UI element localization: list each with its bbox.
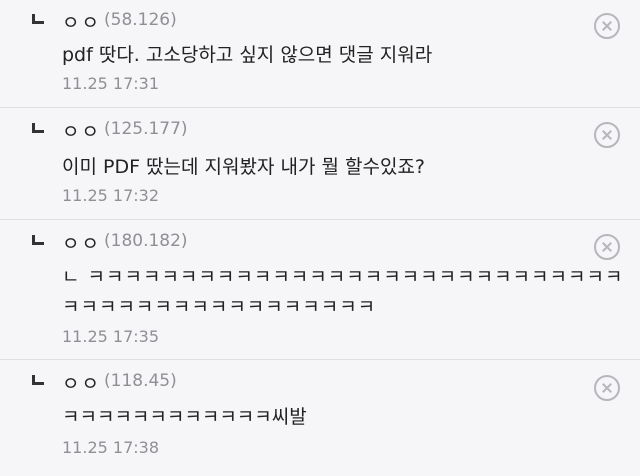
- reply-comment: ㅇㅇ (180.182) ㄴ ㅋㅋㅋㅋㅋㅋㅋㅋㅋㅋㅋㅋㅋㅋㅋㅋㅋㅋㅋㅋㅋㅋㅋㅋㅋ…: [0, 220, 640, 360]
- comment-ip: (58.126): [104, 10, 177, 30]
- reply-comment: ㅇㅇ (125.177) 이미 PDF 땄는데 지워봤자 내가 뭘 할수있죠? …: [0, 108, 640, 220]
- comment-timestamp: 11.25 17:32: [62, 186, 159, 205]
- comment-timestamp: 11.25 17:38: [62, 438, 159, 457]
- comment-text: 이미 PDF 땄는데 지워봤자 내가 뭘 할수있죠?: [62, 156, 426, 178]
- comment-author: ㅇㅇ: [62, 373, 101, 395]
- comment-timestamp: 11.25 17:35: [62, 327, 159, 346]
- comment-ip: (180.182): [104, 231, 188, 251]
- reply-comment: ㅇㅇ (118.45) ㅋㅋㅋㅋㅋㅋㅋㅋㅋㅋㅋㅋ씨발 11.25 17:38: [0, 360, 640, 476]
- delete-comment-button[interactable]: [594, 122, 620, 148]
- delete-comment-button[interactable]: [594, 234, 620, 260]
- reply-arrow-icon: [32, 235, 44, 245]
- reply-comment: ㅇㅇ (58.126) pdf 땃다. 고소당하고 싶지 않으면 댓글 지워라 …: [0, 0, 640, 108]
- comment-ip: (118.45): [104, 371, 177, 391]
- comment-text: pdf 땃다. 고소당하고 싶지 않으면 댓글 지워라: [62, 44, 433, 66]
- comment-author: ㅇㅇ: [62, 233, 101, 255]
- comment-author: ㅇㅇ: [62, 121, 101, 143]
- reply-arrow-icon: [32, 123, 44, 133]
- comment-text: ㄴ ㅋㅋㅋㅋㅋㅋㅋㅋㅋㅋㅋㅋㅋㅋㅋㅋㅋㅋㅋㅋㅋㅋㅋㅋㅋㅋㅋㅋㅋㅋㅋㅋㅋㅋㅋㅋㅋㅋ…: [62, 266, 624, 318]
- delete-comment-button[interactable]: [594, 13, 620, 39]
- comment-author: ㅇㅇ: [62, 12, 101, 34]
- comment-text: ㅋㅋㅋㅋㅋㅋㅋㅋㅋㅋㅋㅋ씨발: [62, 406, 307, 428]
- comment-list: ㅇㅇ (58.126) pdf 땃다. 고소당하고 싶지 않으면 댓글 지워라 …: [0, 0, 640, 476]
- comment-ip: (125.177): [104, 119, 188, 139]
- reply-arrow-icon: [32, 14, 44, 24]
- reply-arrow-icon: [32, 375, 44, 385]
- delete-comment-button[interactable]: [594, 375, 620, 401]
- comment-timestamp: 11.25 17:31: [62, 74, 159, 93]
